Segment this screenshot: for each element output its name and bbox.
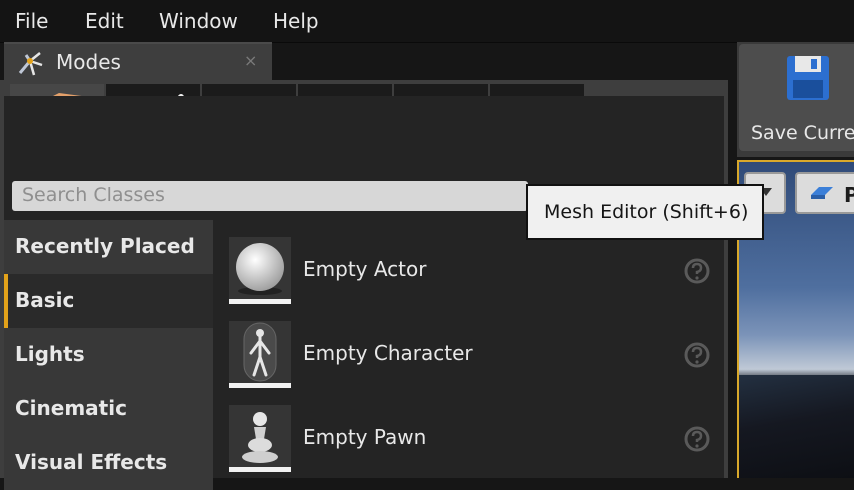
- perspective-icon: [811, 187, 833, 199]
- viewport-perspective-label: P: [844, 183, 854, 207]
- category-label: Visual Effects: [15, 450, 168, 474]
- category-lights[interactable]: Lights: [4, 328, 213, 382]
- list-item-empty-character[interactable]: Empty Character: [213, 321, 724, 405]
- category-recently-placed[interactable]: Recently Placed: [4, 220, 213, 274]
- menu-file[interactable]: File: [15, 9, 48, 33]
- category-label: Recently Placed: [15, 234, 195, 258]
- modes-tab-label: Modes: [56, 50, 121, 74]
- pawn-icon: [229, 405, 291, 467]
- menu-edit[interactable]: Edit: [85, 9, 124, 33]
- help-icon[interactable]: [683, 425, 711, 453]
- thumb-bar: [229, 467, 291, 472]
- list-item-empty-pawn[interactable]: Empty Pawn: [213, 405, 724, 489]
- search-placeholder: Search Classes: [22, 184, 165, 206]
- mode-tooltip: Mesh Editor (Shift+6): [526, 184, 764, 240]
- item-list: Empty Actor Empty Character Empty Pawn: [213, 219, 724, 478]
- category-basic[interactable]: Basic: [4, 274, 217, 328]
- item-label: Empty Character: [303, 341, 473, 365]
- help-icon[interactable]: [683, 257, 711, 285]
- save-icon: [787, 56, 829, 100]
- menu-window[interactable]: Window: [159, 9, 238, 33]
- thumb-bar: [229, 299, 291, 304]
- modes-tab[interactable]: Modes ×: [4, 42, 272, 82]
- list-item-empty-actor[interactable]: Empty Actor: [213, 237, 724, 321]
- category-label: Cinematic: [15, 396, 127, 420]
- category-cinematic[interactable]: Cinematic: [4, 382, 213, 436]
- item-label: Empty Pawn: [303, 425, 427, 449]
- help-icon[interactable]: [683, 341, 711, 369]
- close-icon[interactable]: ×: [244, 51, 257, 70]
- save-current-label: Save Curre: [751, 122, 854, 144]
- category-label: Lights: [15, 342, 85, 366]
- tooltip-text: Mesh Editor (Shift+6): [544, 201, 749, 223]
- item-label: Empty Actor: [303, 257, 427, 281]
- thumb-bar: [229, 383, 291, 388]
- category-visual-effects[interactable]: Visual Effects: [4, 436, 213, 490]
- modes-icon: [16, 49, 48, 81]
- search-input[interactable]: Search Classes: [12, 181, 528, 211]
- sphere-icon: [229, 237, 291, 299]
- menu-bar: File Edit Window Help: [0, 0, 854, 43]
- viewport-ground: [739, 375, 854, 478]
- character-icon: [229, 321, 291, 383]
- category-label: Basic: [15, 288, 75, 312]
- menu-help[interactable]: Help: [273, 9, 319, 33]
